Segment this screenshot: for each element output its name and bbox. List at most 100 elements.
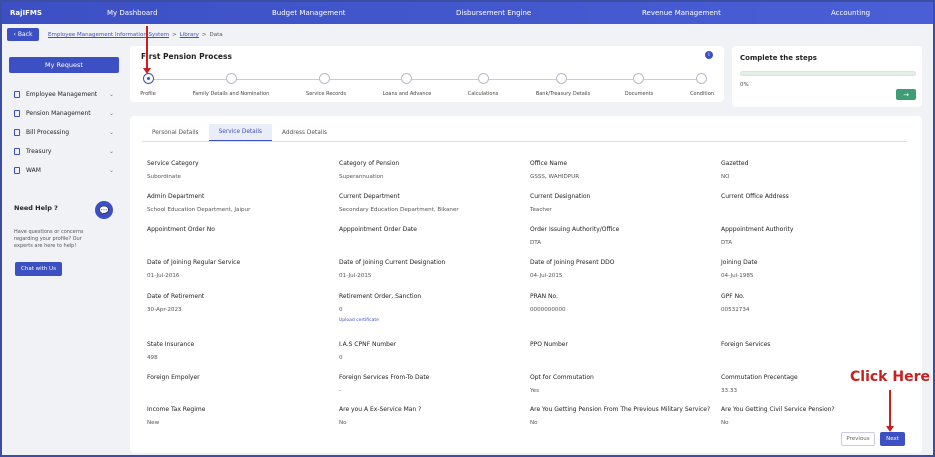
field-value: 00532734 bbox=[721, 307, 750, 313]
tab-service-details[interactable]: Service Details bbox=[208, 124, 272, 141]
field-label: Date of Joining Present DDO bbox=[530, 259, 615, 266]
field-label: Gazetted bbox=[721, 160, 749, 167]
back-button-label: Back bbox=[17, 31, 33, 38]
step-bank-dot[interactable] bbox=[556, 73, 567, 84]
field-label: Date of Retirement bbox=[147, 293, 205, 300]
detail-field: Date of Joining Current Designation 01-Ju… bbox=[339, 259, 524, 279]
sidebar-item-employee-management[interactable]: Employee Management ⌄ bbox=[14, 88, 114, 100]
field-value: Subordinate bbox=[147, 174, 181, 180]
field-value: No bbox=[339, 420, 347, 426]
breadcrumb-link-emis[interactable]: Employee Management Information System bbox=[48, 32, 169, 38]
field-value: 0 bbox=[339, 307, 343, 313]
pension-process-card: First Pension Process i Profile Family D… bbox=[130, 46, 724, 102]
page-title: First Pension Process bbox=[141, 52, 232, 61]
field-label: Are You Getting Civil Service Pension? bbox=[721, 406, 835, 413]
field-value: 04-Jul-1985 bbox=[721, 273, 754, 279]
step-label-profile[interactable]: Profile bbox=[140, 91, 156, 97]
step-label-bank[interactable]: Bank/Treasury Details bbox=[536, 91, 590, 97]
detail-field: Current Office Address bbox=[721, 193, 906, 207]
chat-with-us-button[interactable]: Chat with Us bbox=[15, 262, 62, 276]
chevron-down-icon: ⌄ bbox=[108, 90, 114, 98]
field-label: Apppointment Order Date bbox=[339, 226, 417, 233]
click-here-annotation: Click Here bbox=[850, 369, 930, 385]
detail-field: Category of Pension Superannuation bbox=[339, 160, 524, 180]
field-value: 30-Apr-2023 bbox=[147, 307, 182, 313]
field-value: - bbox=[339, 388, 342, 394]
field-label: GPF No. bbox=[721, 293, 745, 300]
detail-field: Date of Retirement 30-Apr-2023 bbox=[147, 293, 332, 313]
detail-field: Office Name GSSS, WAHIDPUR bbox=[530, 160, 715, 180]
step-documents-dot[interactable] bbox=[633, 73, 644, 84]
sidebar-item-treasury[interactable]: Treasury ⌄ bbox=[14, 145, 114, 157]
step-label-service-records[interactable]: Service Records bbox=[306, 91, 346, 97]
sidebar-item-label: WAM bbox=[26, 166, 41, 174]
field-value: New bbox=[147, 420, 160, 426]
chevron-down-icon: ⌄ bbox=[108, 109, 114, 117]
step-family-dot[interactable] bbox=[226, 73, 237, 84]
step-label-loans[interactable]: Loans and Advance bbox=[383, 91, 432, 97]
details-card: Personal Details Service Details Address… bbox=[130, 116, 922, 453]
chevron-down-icon: ⌄ bbox=[108, 166, 114, 174]
step-loans-dot[interactable] bbox=[401, 73, 412, 84]
breadcrumb-link-library[interactable]: Library bbox=[180, 32, 199, 38]
detail-field: Date of Joining Present DDO 04-Jul-2015 bbox=[530, 259, 715, 279]
detail-field: Are you A Ex-Service Man ? No bbox=[339, 406, 524, 426]
previous-button[interactable]: Previous bbox=[841, 432, 875, 446]
field-label: Current Designation bbox=[530, 193, 591, 200]
breadcrumb-current: Data bbox=[209, 32, 223, 38]
nav-budget-management[interactable]: Budget Management bbox=[272, 9, 346, 17]
field-label: Category of Pension bbox=[339, 160, 400, 167]
chevron-left-icon: ‹ bbox=[13, 31, 16, 38]
step-label-condition[interactable]: Condition bbox=[690, 91, 714, 97]
annotation-arrow-profile bbox=[146, 26, 148, 69]
arrow-right-button[interactable]: → bbox=[896, 89, 916, 100]
app-window: RajIFMS My Dashboard Budget Management D… bbox=[0, 0, 935, 457]
nav-revenue-management[interactable]: Revenue Management bbox=[642, 9, 721, 17]
chat-bubble-icon: 💬 bbox=[95, 201, 113, 219]
step-calculations-dot[interactable] bbox=[478, 73, 489, 84]
detail-field: Appointment Order No bbox=[147, 226, 332, 240]
detail-field: Current Designation Teacher bbox=[530, 193, 715, 213]
document-icon bbox=[14, 109, 20, 117]
step-condition-dot[interactable] bbox=[696, 73, 707, 84]
step-label-documents[interactable]: Documents bbox=[625, 91, 654, 97]
tab-personal-details[interactable]: Personal Details bbox=[142, 124, 209, 141]
sidebar-item-pension-management[interactable]: Pension Management ⌄ bbox=[14, 107, 114, 119]
brand-logo: RajIFMS bbox=[10, 9, 42, 17]
field-value: 0 bbox=[339, 355, 343, 361]
field-label: Date of Joining Current Designation bbox=[339, 259, 446, 266]
tab-address-details[interactable]: Address Details bbox=[272, 124, 337, 141]
document-icon bbox=[14, 90, 20, 98]
field-label: Income Tax Regime bbox=[147, 406, 206, 413]
info-icon[interactable]: i bbox=[705, 51, 713, 59]
sidebar-item-bill-processing[interactable]: Bill Processing ⌄ bbox=[14, 126, 114, 138]
nav-my-dashboard[interactable]: My Dashboard bbox=[107, 9, 157, 17]
detail-field: Date of Joining Regular Service 01-Jul-20… bbox=[147, 259, 332, 279]
step-label-calculations[interactable]: Calculations bbox=[468, 91, 499, 97]
field-value: Superannuation bbox=[339, 174, 384, 180]
upload-certificate-link[interactable]: Upload certificate bbox=[339, 318, 379, 323]
detail-field: Foreign Empolyer bbox=[147, 374, 332, 388]
chevron-down-icon: ⌄ bbox=[108, 147, 114, 155]
breadcrumb-bar: ‹ Back Employee Management Information S… bbox=[2, 24, 933, 44]
step-service-records-dot[interactable] bbox=[319, 73, 330, 84]
detail-field: Opt for Commutation Yes bbox=[530, 374, 715, 394]
next-button[interactable]: Next bbox=[880, 432, 905, 446]
field-label: Foreign Services From-To Date bbox=[339, 374, 430, 381]
my-request-button[interactable]: My Request bbox=[9, 57, 119, 73]
top-navigation: RajIFMS My Dashboard Budget Management D… bbox=[2, 2, 933, 24]
document-icon bbox=[14, 147, 20, 155]
step-label-family[interactable]: Family Details and Nomination bbox=[193, 91, 269, 97]
field-label: Current Department bbox=[339, 193, 400, 200]
detail-field: Are You Getting Civil Service Pension? No bbox=[721, 406, 906, 426]
nav-accounting[interactable]: Accounting bbox=[831, 9, 870, 17]
nav-disbursement-engine[interactable]: Disbursement Engine bbox=[456, 9, 531, 17]
field-label: State Insurance bbox=[147, 341, 195, 348]
sidebar: My Request Employee Management ⌄ Pension… bbox=[2, 46, 126, 455]
step-profile-dot[interactable] bbox=[143, 73, 154, 84]
sidebar-item-wam[interactable]: WAM ⌄ bbox=[14, 164, 114, 176]
detail-field: Joining Date 04-Jul-1985 bbox=[721, 259, 906, 279]
detail-field: Service Category Subordinate bbox=[147, 160, 332, 180]
field-value: Yes bbox=[530, 388, 540, 394]
back-button[interactable]: ‹ Back bbox=[7, 28, 39, 41]
